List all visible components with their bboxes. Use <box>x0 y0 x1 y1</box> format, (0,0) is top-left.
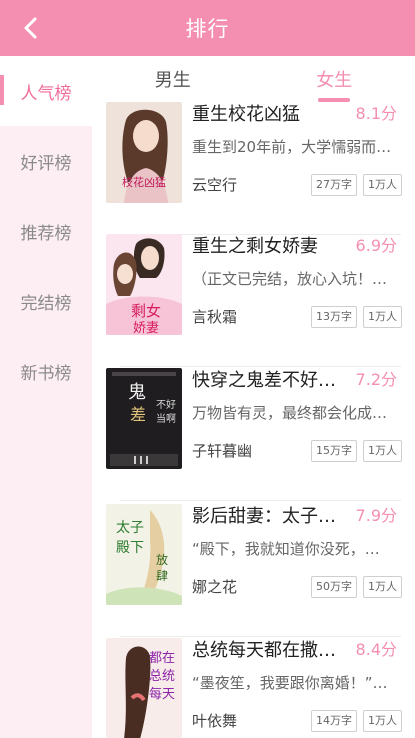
reader-count-badge: 1万人 <box>363 440 402 462</box>
book-title: 快穿之鬼差不好… <box>192 370 336 390</box>
svg-text:当啊: 当啊 <box>156 412 176 425</box>
svg-text:每天: 每天 <box>149 686 175 702</box>
gender-tabs: 男生 女生 <box>92 56 415 102</box>
book-author: 云空行 <box>192 176 238 194</box>
back-button[interactable] <box>14 11 48 45</box>
book-description: （正文已完结，放心入坑！… <box>192 270 388 288</box>
book-score: 6.9分 <box>355 236 397 255</box>
svg-text:太子: 太子 <box>116 520 144 536</box>
book-score: 8.1分 <box>355 104 397 123</box>
word-count-badge: 13万字 <box>311 306 357 328</box>
svg-text:剩女: 剩女 <box>131 302 161 320</box>
book-cover: 太子 殿下 放 肆 <box>106 504 182 605</box>
svg-text:娇妻: 娇妻 <box>133 321 159 335</box>
book-description: 万物皆有灵，最终都会化成… <box>192 404 388 422</box>
word-count-badge: 27万字 <box>311 174 357 196</box>
book-description: 重生到20年前，大学懦弱而… <box>192 138 392 156</box>
book-score: 7.2分 <box>355 370 397 389</box>
reader-count-badge: 1万人 <box>363 710 402 732</box>
svg-text:肆: 肆 <box>156 569 168 583</box>
book-description: “墨夜笙，我要跟你离婚！”… <box>192 674 388 692</box>
chevron-left-icon <box>24 17 37 39</box>
book-item[interactable]: 都在 总统 每天 总统每天都在撒… 8.4分 “墨夜笙，我要跟你离婚！”… 叶依… <box>92 638 415 738</box>
reader-count-badge: 1万人 <box>363 306 402 328</box>
sidebar-item-recommend[interactable]: 推荐榜 <box>0 196 92 266</box>
svg-text:都在: 都在 <box>149 651 175 666</box>
book-cover: 校花凶猛 <box>106 102 182 203</box>
page-title: 排行 <box>185 17 230 41</box>
book-score: 8.4分 <box>355 640 397 659</box>
sidebar-item-rating[interactable]: 好评榜 <box>0 126 92 196</box>
sidebar-item-popular[interactable]: 人气榜 <box>0 56 92 126</box>
word-count-badge: 50万字 <box>311 576 357 598</box>
sidebar-item-new[interactable]: 新书榜 <box>0 336 92 406</box>
book-author: 子轩暮幽 <box>192 442 253 460</box>
book-cover: 都在 总统 每天 <box>106 638 182 738</box>
book-item[interactable]: 校花凶猛 重生校花凶猛 8.1分 重生到20年前，大学懦弱而… 云空行 27万字… <box>92 102 415 235</box>
ranking-sidebar: 人气榜 好评榜 推荐榜 完结榜 新书榜 <box>0 56 92 738</box>
word-count-badge: 15万字 <box>311 440 357 462</box>
reader-count-badge: 1万人 <box>363 174 402 196</box>
svg-text:不好: 不好 <box>156 399 176 411</box>
tab-female[interactable]: 女生 <box>254 56 415 102</box>
divider <box>120 500 401 501</box>
book-author: 叶依舞 <box>192 712 238 730</box>
sidebar-item-completed[interactable]: 完结榜 <box>0 266 92 336</box>
reader-count-badge: 1万人 <box>363 576 402 598</box>
book-item[interactable]: 鬼 差 不好 当啊 快穿之鬼差不好… 7.2分 万物皆有灵，最终都会化成… 子轩… <box>92 368 415 501</box>
book-cover: 鬼 差 不好 当啊 <box>106 368 182 469</box>
tab-male[interactable]: 男生 <box>92 56 254 102</box>
book-title: 影后甜妻：太子… <box>192 506 336 526</box>
book-description: “殿下，我就知道你没死，… <box>192 540 380 558</box>
svg-text:差: 差 <box>130 405 146 424</box>
top-bar: 排行 <box>0 0 415 56</box>
book-score: 7.9分 <box>355 506 397 525</box>
book-item[interactable]: 太子 殿下 放 肆 影后甜妻：太子… 7.9分 “殿下，我就知道你没死，… 娜之… <box>92 504 415 637</box>
word-count-badge: 14万字 <box>311 710 357 732</box>
book-list: 校花凶猛 重生校花凶猛 8.1分 重生到20年前，大学懦弱而… 云空行 27万字… <box>92 102 415 738</box>
svg-text:校花凶猛: 校花凶猛 <box>122 175 166 189</box>
book-author: 言秋霜 <box>192 308 238 326</box>
svg-text:放: 放 <box>156 552 168 567</box>
svg-text:殿下: 殿下 <box>116 540 144 556</box>
book-title: 总统每天都在撒… <box>192 640 336 660</box>
svg-text:总统: 总统 <box>149 669 175 684</box>
book-cover: 剩女 娇妻 <box>106 234 182 335</box>
svg-text:鬼: 鬼 <box>128 382 146 403</box>
book-author: 娜之花 <box>192 578 238 596</box>
book-title: 重生之剩女娇妻 <box>192 236 318 256</box>
book-title: 重生校花凶猛 <box>192 104 300 124</box>
book-item[interactable]: 剩女 娇妻 重生之剩女娇妻 6.9分 （正文已完结，放心入坑！… 言秋霜 13万… <box>92 234 415 367</box>
